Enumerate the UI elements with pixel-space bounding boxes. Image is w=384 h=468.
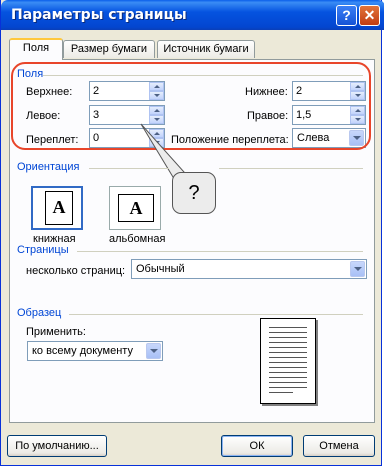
portrait-option[interactable]: A [31, 186, 83, 230]
multiple-pages-select[interactable]: Обычный [131, 259, 367, 279]
orientation-divider-right [219, 168, 363, 169]
callout-question: ? [172, 172, 216, 214]
pages-group-label: Страницы [17, 244, 69, 256]
landscape-page-icon: A [118, 194, 154, 222]
apply-to-label: Применить: [26, 326, 86, 338]
default-button[interactable]: По умолчанию... [7, 435, 107, 457]
multiple-pages-value: Обычный [136, 263, 185, 275]
portrait-page-icon: A [45, 191, 73, 225]
chevron-down-icon[interactable] [146, 343, 161, 359]
page-setup-dialog: Параметры страницы ? ✕ Поля Размер бумаг… [0, 0, 384, 466]
page-preview [260, 318, 316, 404]
tab-margins[interactable]: Поля [9, 38, 63, 60]
apply-to-value: ко всему документу [32, 345, 133, 357]
orientation-divider [89, 168, 169, 169]
orientation-group-label: Ориентация [17, 161, 80, 173]
multiple-pages-label: несколько страниц: [26, 265, 126, 277]
landscape-option[interactable]: A [109, 186, 161, 230]
apply-to-select[interactable]: ко всему документу [27, 341, 163, 361]
sample-group-label: Образец [17, 307, 62, 319]
landscape-label: альбомная [109, 233, 166, 245]
chevron-down-icon[interactable] [350, 261, 365, 277]
cancel-button[interactable]: Отмена [303, 435, 375, 457]
pages-divider [77, 251, 363, 252]
ok-button[interactable]: ОК [221, 435, 293, 457]
sample-divider [69, 314, 363, 315]
